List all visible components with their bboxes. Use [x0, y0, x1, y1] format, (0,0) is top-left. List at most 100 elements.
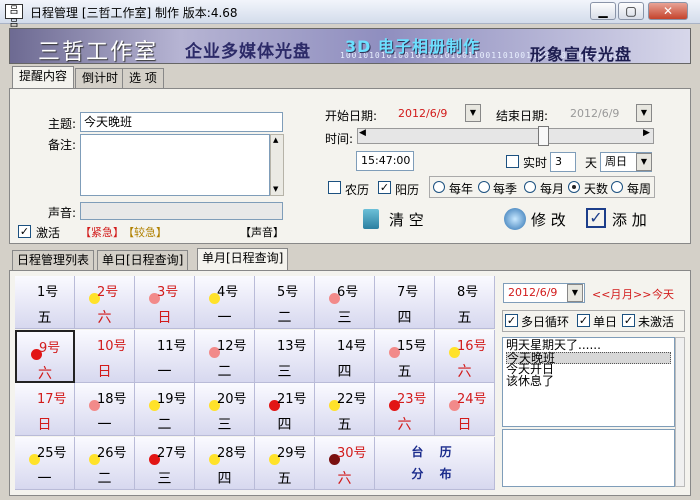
calendar-day-cell[interactable]: 11号一	[135, 329, 195, 383]
calendar-day-cell[interactable]: 7号四	[375, 276, 435, 329]
tab-schedule-list[interactable]: 日程管理列表	[12, 250, 95, 270]
slider-thumb[interactable]	[538, 126, 549, 146]
weekday-label: 六	[397, 417, 412, 433]
single-day-checkbox[interactable]: ✓	[577, 314, 590, 327]
weekday-label: 四	[397, 310, 412, 326]
next-month-button[interactable]: 月>>	[622, 286, 651, 302]
calendar-day-cell[interactable]: 14号四	[315, 329, 375, 383]
tab-countdown[interactable]: 倒计时	[75, 68, 126, 88]
schedule-list[interactable]: 明天星期天了...... 今天晚班 今天开日 该休息了	[502, 337, 675, 427]
tab-single-day[interactable]: 单日[日程查询]	[97, 250, 189, 270]
clear-button[interactable]: 清 空	[389, 206, 424, 234]
calendar-day-cell[interactable]: 2号六	[75, 276, 135, 329]
edit-button[interactable]: 修 改	[531, 206, 566, 234]
start-date-value[interactable]: 2012/6/9	[393, 104, 463, 124]
prev-month-button[interactable]: <<月	[592, 286, 621, 302]
monthly-radio[interactable]	[524, 181, 536, 193]
start-date-label: 开始日期:	[325, 109, 378, 123]
calendar-day-cell[interactable]: 21号四	[255, 383, 315, 436]
weekly-radio[interactable]	[611, 181, 623, 193]
realtime-checkbox[interactable]	[506, 155, 519, 168]
day-number: 8号	[457, 285, 479, 300]
multi-loop-checkbox[interactable]: ✓	[505, 314, 518, 327]
scroll-down-icon[interactable]: ▼	[273, 185, 278, 193]
side-date-dropdown[interactable]: ▼	[567, 284, 583, 302]
days-radio[interactable]	[568, 181, 580, 193]
calendar-day-cell[interactable]: 17号日	[15, 383, 75, 436]
slider-left-icon[interactable]: ◀	[359, 128, 366, 138]
time-value[interactable]: 15:47:00	[356, 151, 414, 171]
calendar-day-cell[interactable]: 29号五	[255, 436, 315, 490]
calendar-day-cell[interactable]: 28号四	[195, 436, 255, 490]
calendar-day-cell[interactable]: 25号一	[15, 436, 75, 490]
calendar-day-cell[interactable]: 16号六	[435, 329, 495, 383]
end-date-dropdown[interactable]: ▼	[636, 104, 652, 122]
medium-tag[interactable]: 【较急】	[123, 224, 167, 240]
calendar-day-cell[interactable]: 12号二	[195, 329, 255, 383]
today-button[interactable]: 今天	[652, 286, 674, 302]
weekday-label: 四	[277, 417, 292, 433]
maximize-button[interactable]: ▢	[618, 2, 644, 20]
yearly-radio[interactable]	[433, 181, 445, 193]
day-number: 2号	[97, 285, 119, 300]
calendar-distribution-button[interactable]: 台 历分 布	[375, 436, 495, 490]
trash-icon[interactable]	[363, 209, 379, 229]
sound-tag[interactable]: 【声音】	[240, 224, 284, 240]
urgent-tag[interactable]: 【紧急】	[80, 224, 124, 240]
activate-checkbox[interactable]: ✓	[18, 225, 31, 238]
calendar-day-cell[interactable]: 3号日	[135, 276, 195, 329]
notes-textarea[interactable]	[80, 134, 270, 196]
close-button[interactable]: ✕	[648, 2, 688, 20]
days-spinner[interactable]: 3	[550, 152, 576, 172]
calendar-day-cell[interactable]: 10号日	[75, 329, 135, 383]
calendar-day-cell[interactable]: 4号一	[195, 276, 255, 329]
list-item[interactable]: 该休息了	[506, 375, 671, 388]
side-scrollbar[interactable]	[675, 337, 685, 487]
calendar-day-cell[interactable]: 26号二	[75, 436, 135, 490]
day-number: 3号	[157, 285, 179, 300]
tab-single-month[interactable]: 单月[日程查询]	[197, 248, 289, 270]
weekday-label: 二	[157, 417, 172, 433]
time-slider[interactable]	[357, 128, 654, 144]
weekday-label: 四	[217, 470, 232, 487]
edit-icon[interactable]	[504, 208, 526, 230]
calendar-day-cell[interactable]: 20号三	[195, 383, 255, 436]
calendar-day-cell[interactable]: 5号二	[255, 276, 315, 329]
calendar-day-cell[interactable]: 9号六	[15, 329, 75, 383]
lunar-checkbox[interactable]	[328, 181, 341, 194]
calendar-day-cell[interactable]: 6号三	[315, 276, 375, 329]
app-icon[interactable]: 吕吕	[5, 4, 23, 29]
calendar-day-cell[interactable]: 1号五	[15, 276, 75, 329]
end-date-value[interactable]: 2012/6/9	[565, 104, 633, 124]
day-number: 17号	[37, 392, 67, 407]
add-icon[interactable]: ✓	[586, 208, 606, 228]
calendar-day-cell[interactable]: 23号六	[375, 383, 435, 436]
tab-reminder-content[interactable]: 提醒内容	[12, 66, 75, 88]
slider-right-icon[interactable]: ▶	[643, 128, 650, 138]
detail-box[interactable]	[502, 429, 675, 487]
weekday-label: 五	[337, 417, 352, 433]
add-button[interactable]: 添 加	[612, 206, 647, 234]
calendar-day-cell[interactable]: 8号五	[435, 276, 495, 329]
calendar-day-cell[interactable]: 24号日	[435, 383, 495, 436]
day-number: 15号	[397, 338, 427, 354]
subject-input[interactable]: 今天晚班	[80, 112, 283, 132]
calendar-day-cell[interactable]: 18号一	[75, 383, 135, 436]
minimize-button[interactable]: ▁	[590, 2, 616, 20]
day-number: 14号	[337, 338, 367, 354]
calendar-day-cell[interactable]: 13号三	[255, 329, 315, 383]
repeat-dropdown[interactable]: ▼	[636, 153, 652, 171]
calendar-day-cell[interactable]: 19号二	[135, 383, 195, 436]
seasonal-radio[interactable]	[478, 181, 490, 193]
calendar-day-cell[interactable]: 27号三	[135, 436, 195, 490]
tab-options[interactable]: 选 项	[122, 68, 164, 88]
day-number: 18号	[97, 392, 127, 407]
inactive-checkbox[interactable]: ✓	[622, 314, 635, 327]
calendar-day-cell[interactable]: 30号六	[315, 436, 375, 490]
calendar-day-cell[interactable]: 22号五	[315, 383, 375, 436]
sound-input[interactable]	[80, 202, 283, 220]
calendar-day-cell[interactable]: 15号五	[375, 329, 435, 383]
solar-checkbox[interactable]: ✓	[378, 181, 391, 194]
scroll-up-icon[interactable]: ▲	[273, 136, 278, 144]
start-date-dropdown[interactable]: ▼	[465, 104, 481, 122]
